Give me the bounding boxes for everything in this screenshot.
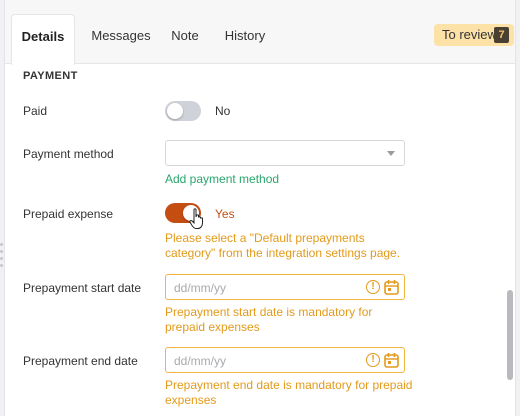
end-date-label: Prepayment end date [23, 354, 138, 368]
paid-toggle[interactable] [165, 101, 201, 121]
start-date-input[interactable]: dd/mm/yy ! [165, 274, 405, 300]
section-title-payment: PAYMENT [23, 70, 78, 82]
start-date-label: Prepayment start date [23, 281, 142, 295]
end-date-input[interactable]: dd/mm/yy ! [165, 347, 405, 373]
prepaid-warning-line2: category" from the integration settings … [165, 246, 401, 260]
start-date-error-line2: prepaid expenses [165, 320, 260, 334]
end-date-placeholder: dd/mm/yy [174, 354, 227, 368]
payment-method-label: Payment method [23, 147, 114, 161]
prepaid-expense-state: Yes [215, 207, 235, 221]
calendar-icon[interactable] [384, 279, 399, 295]
toggle-knob [167, 103, 183, 119]
paid-state: No [215, 104, 231, 118]
to-review-button[interactable]: To review 7 [434, 24, 514, 46]
end-date-error-line2: expenses [165, 393, 217, 407]
calendar-icon[interactable] [384, 352, 399, 368]
tab-bar: Details Messages Note History To review … [5, 0, 515, 65]
start-date-placeholder: dd/mm/yy [174, 281, 227, 295]
tab-details[interactable]: Details [11, 14, 75, 65]
prepaid-expense-label: Prepaid expense [23, 207, 114, 221]
to-review-label: To review [442, 27, 497, 42]
alert-circle-icon: ! [366, 280, 380, 294]
details-panel: Details Messages Note History To review … [4, 0, 516, 416]
chevron-down-icon [387, 151, 395, 156]
tab-note[interactable]: Note [165, 14, 205, 58]
vertical-scrollbar[interactable] [507, 290, 513, 380]
review-count-badge: 7 [494, 27, 509, 43]
prepaid-warning-line1: Please select a "Default prepayments [165, 231, 365, 245]
payment-method-select[interactable] [165, 140, 405, 166]
end-date-error-line1: Prepayment end date is mandatory for pre… [165, 378, 413, 392]
hand-pointer-icon [189, 208, 203, 229]
paid-label: Paid [23, 104, 48, 118]
add-payment-method-link[interactable]: Add payment method [165, 172, 279, 186]
start-date-error-line1: Prepayment start date is mandatory for [165, 305, 373, 319]
tab-messages[interactable]: Messages [83, 14, 159, 58]
resize-handle[interactable] [0, 243, 3, 273]
alert-circle-icon: ! [366, 353, 380, 367]
tab-history[interactable]: History [219, 14, 271, 58]
